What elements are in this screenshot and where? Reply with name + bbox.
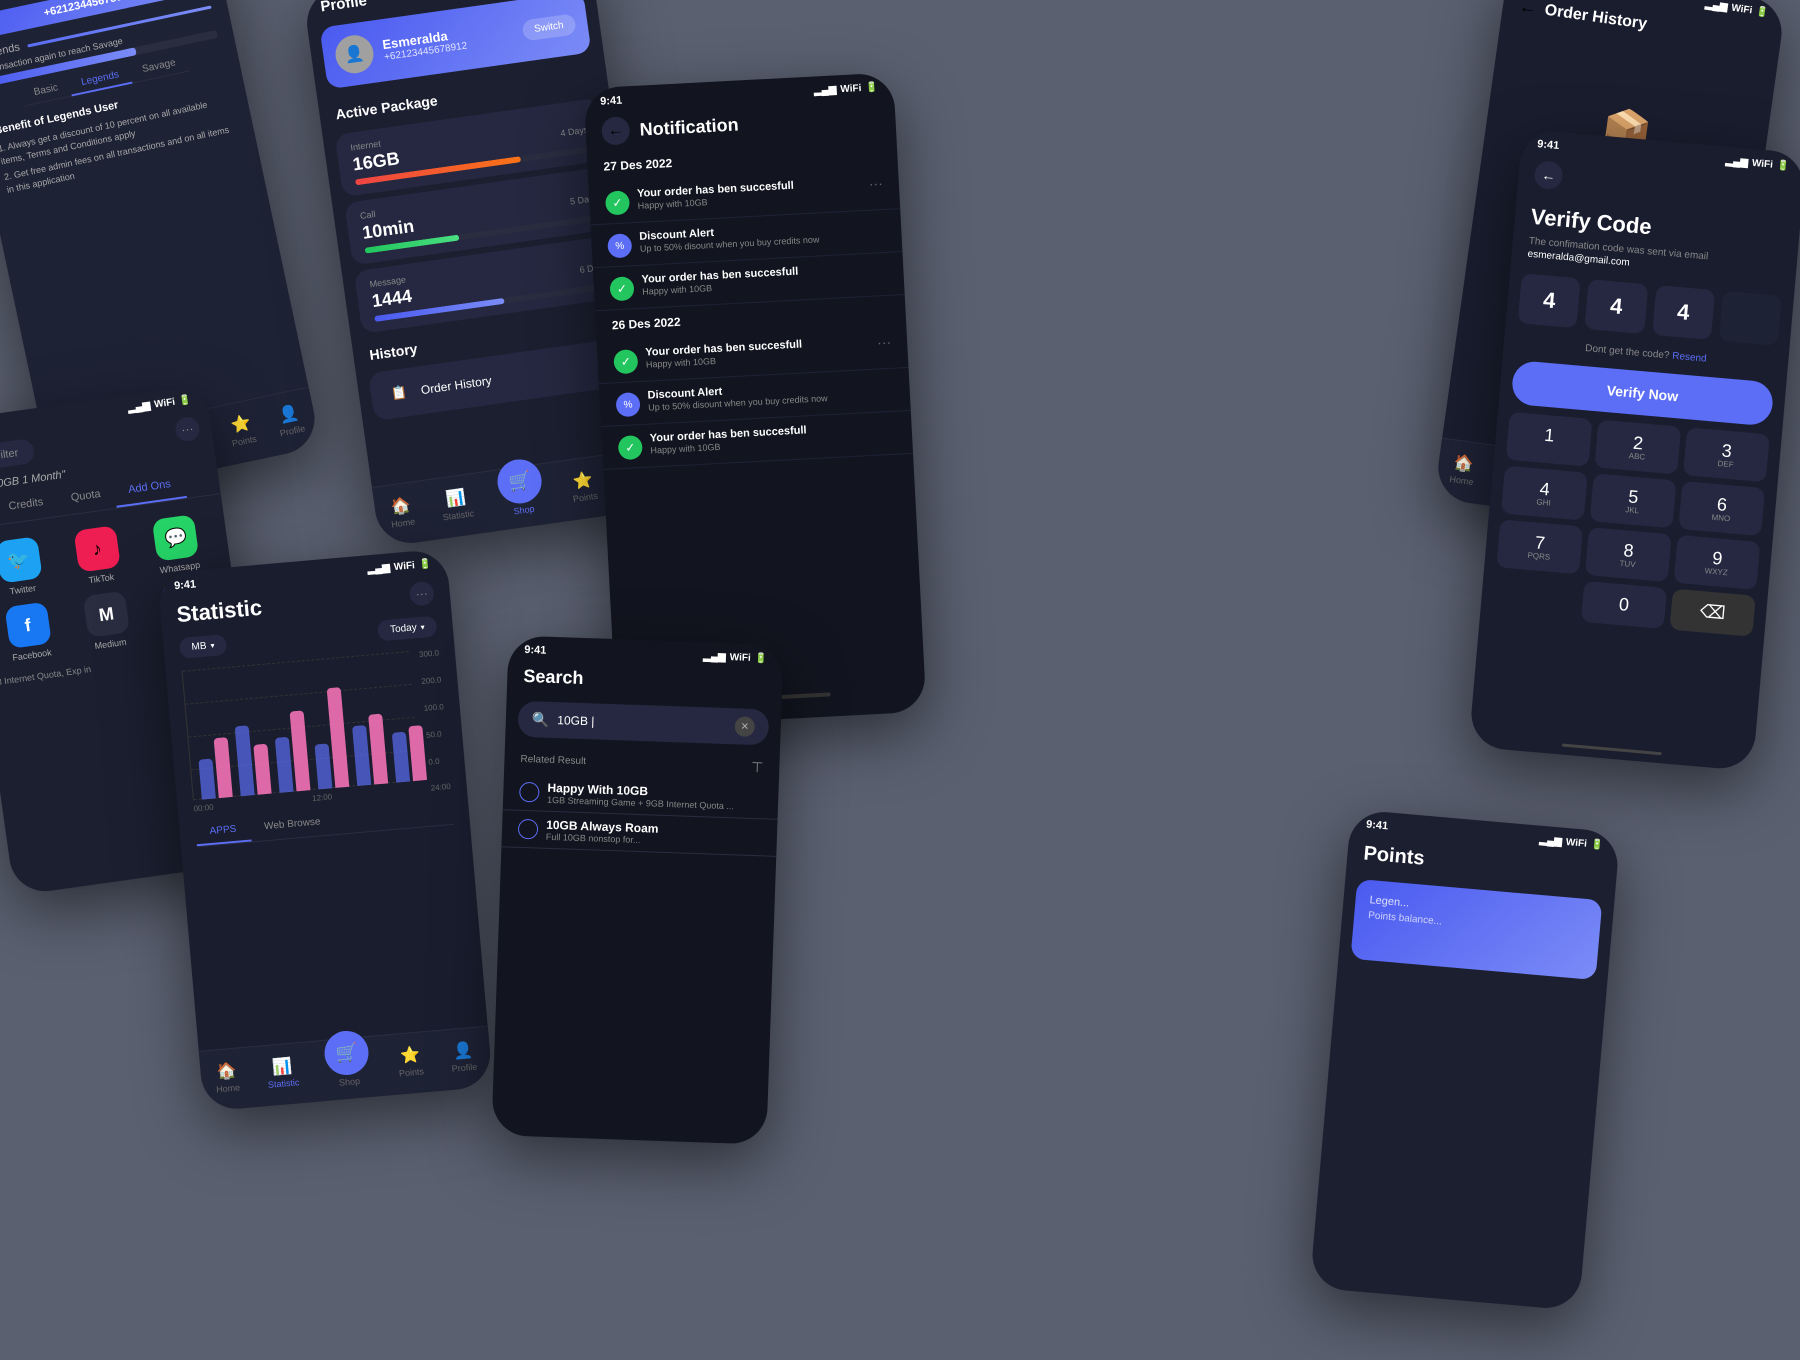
notif-time: 9:41: [600, 95, 623, 108]
nav-bar-stat: 🏠Home 📊Statistic 🛒Shop ⭐Points 👤Profile: [199, 1026, 493, 1112]
discount-icon-1: %: [607, 233, 632, 258]
points-time: 9:41: [1366, 819, 1389, 833]
stat-more[interactable]: ···: [409, 581, 435, 607]
success-icon-3: ✓: [613, 349, 638, 374]
phone-notification: 9:41 ▂▄▆WiFi🔋 ← Notification 27 Des 2022…: [583, 72, 926, 727]
resend-link[interactable]: Resend: [1672, 351, 1707, 365]
avatar: 👤: [333, 33, 376, 76]
related-label: Related Result: [520, 754, 586, 767]
search-query[interactable]: 10GB |: [557, 713, 727, 733]
app-whatsapp[interactable]: 💬 Whatsapp: [138, 512, 214, 577]
key-3[interactable]: 3DEF: [1683, 427, 1770, 482]
nav-home-2[interactable]: 🏠Home: [388, 495, 416, 530]
code-3[interactable]: 4: [1652, 285, 1715, 340]
more-btn[interactable]: ···: [174, 415, 201, 442]
key-delete[interactable]: ⌫: [1669, 589, 1755, 637]
phone-verify: 9:41 ▂▄▆WiFi🔋 ← Verify Code The confimat…: [1469, 129, 1800, 771]
nav-home-oh[interactable]: 🏠Home: [1449, 452, 1477, 487]
key-6[interactable]: 6MNO: [1678, 481, 1765, 536]
nav-shop-s[interactable]: 🛒Shop: [325, 1045, 372, 1089]
success-icon-2: ✓: [609, 276, 634, 301]
period-selector[interactable]: Today▾: [377, 616, 437, 642]
notif-title: Notification: [639, 114, 739, 140]
nav-profile-s[interactable]: 👤Profile: [449, 1040, 477, 1074]
code-4[interactable]: [1719, 291, 1782, 346]
key-7[interactable]: 7PQRS: [1496, 519, 1583, 574]
key-8[interactable]: 8TUV: [1585, 527, 1672, 582]
phone-search: 9:41 ▂▄▆WiFi🔋 Search 🔍 10GB | ✕ Related …: [491, 635, 783, 1144]
phone-points: 9:41 ▂▄▆WiFi🔋 Points Legen... Points bal…: [1310, 809, 1621, 1311]
nav-home-s[interactable]: 🏠Home: [214, 1060, 241, 1094]
nav-shop-2[interactable]: 🛒Shop: [497, 472, 546, 518]
discount-icon-2: %: [615, 392, 640, 417]
back-btn-verify[interactable]: ←: [1533, 160, 1563, 190]
clear-search-btn[interactable]: ✕: [734, 716, 755, 737]
key-0[interactable]: 0: [1581, 581, 1667, 629]
phone-statistic: 9:41 ▂▄▆WiFi🔋 Statistic ··· MB▾ Today▾ 3…: [157, 548, 493, 1111]
stat-title: Statistic: [176, 595, 264, 628]
code-1[interactable]: 4: [1518, 273, 1581, 328]
back-icon[interactable]: ←: [1518, 0, 1539, 19]
success-icon-1: ✓: [605, 190, 630, 215]
app-medium[interactable]: M Medium: [69, 589, 145, 654]
key-9[interactable]: 9WXYZ: [1674, 535, 1761, 590]
tab-credits[interactable]: Credits: [0, 486, 59, 524]
order-history-title: Order History: [1544, 1, 1649, 33]
unit-selector[interactable]: MB▾: [179, 634, 228, 659]
nav-points-2[interactable]: ⭐Points: [569, 469, 598, 504]
verify-time: 9:41: [1537, 138, 1560, 152]
key-1[interactable]: 1: [1506, 412, 1593, 467]
stat-time: 9:41: [174, 578, 197, 592]
nav-stat-s[interactable]: 📊Statistic: [266, 1055, 300, 1090]
switch-btn[interactable]: Switch: [521, 13, 577, 41]
app-twitter[interactable]: 🐦 Twitter: [0, 534, 58, 599]
key-5[interactable]: 5JKL: [1590, 473, 1677, 528]
order-history-label: Order History: [420, 373, 493, 397]
success-icon-4: ✓: [618, 435, 643, 460]
code-2[interactable]: 4: [1585, 279, 1648, 334]
keypad: 1 2ABC 3DEF 4GHI 5JKL 6MNO 7PQRS 8TUV 9W…: [1480, 411, 1782, 638]
key-4[interactable]: 4GHI: [1501, 466, 1588, 521]
tab-quota[interactable]: Quota: [55, 478, 117, 516]
search-icon: 🔍: [532, 711, 550, 729]
key-2[interactable]: 2ABC: [1594, 419, 1681, 474]
filter-btn[interactable]: ⊤ Filter: [0, 438, 36, 472]
back-btn-notif[interactable]: ←: [601, 116, 630, 145]
nav-points-s[interactable]: ⭐Points: [397, 1044, 425, 1078]
history-title: History: [368, 340, 418, 363]
search-bar[interactable]: 🔍 10GB | ✕: [517, 701, 769, 746]
search-time: 9:41: [524, 644, 546, 657]
nav-profile[interactable]: 👤Profile: [274, 402, 306, 439]
nav-statistic-2[interactable]: 📊Statistic: [439, 486, 475, 522]
filter-icon[interactable]: ⊤: [751, 759, 764, 776]
app-facebook[interactable]: f Facebook: [0, 600, 67, 665]
app-tiktok[interactable]: ♪ TikTok: [60, 523, 136, 588]
nav-points[interactable]: ⭐Points: [226, 412, 257, 449]
tab-apps[interactable]: APPS: [195, 817, 252, 847]
profile-top-title: Profile: [319, 0, 368, 15]
